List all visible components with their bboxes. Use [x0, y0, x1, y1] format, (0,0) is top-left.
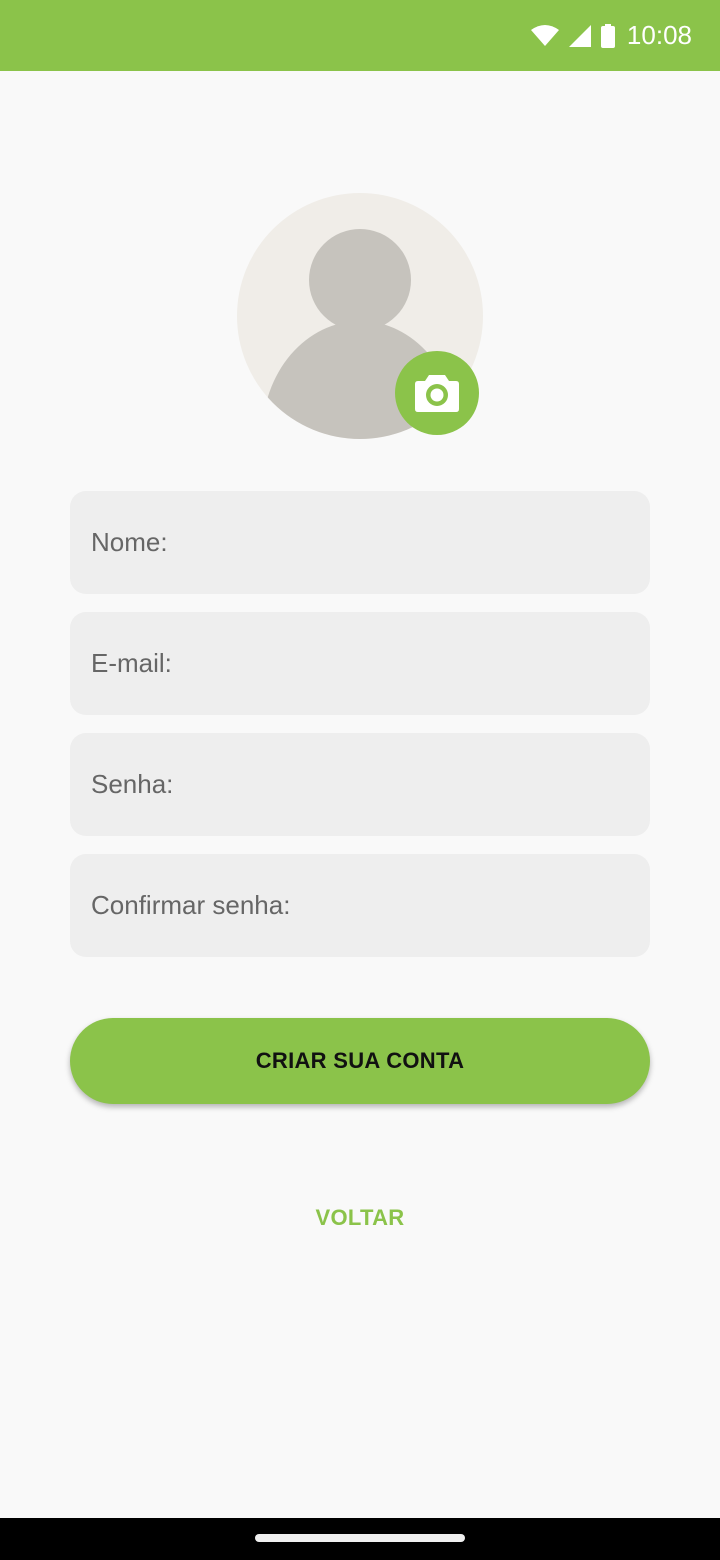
home-gesture-handle[interactable] — [255, 1534, 465, 1542]
confirm-password-field[interactable]: Confirmar senha: — [70, 854, 650, 957]
profile-photo[interactable] — [237, 193, 483, 439]
wifi-icon — [530, 24, 559, 47]
back-button[interactable]: VOLTAR — [0, 1198, 720, 1238]
battery-icon — [600, 23, 615, 48]
status-bar: 10:08 — [0, 0, 720, 71]
status-time: 10:08 — [626, 20, 692, 50]
status-icons: 10:08 — [530, 0, 692, 71]
signal-icon — [568, 24, 591, 47]
camera-icon — [415, 375, 459, 412]
system-navigation-bar — [0, 1518, 720, 1560]
confirm-password-field-label: Confirmar senha: — [91, 890, 291, 920]
email-field-label: E-mail: — [91, 648, 172, 678]
password-field[interactable]: Senha: — [70, 733, 650, 836]
password-field-label: Senha: — [91, 769, 174, 799]
change-photo-button[interactable] — [395, 351, 479, 435]
email-field[interactable]: E-mail: — [70, 612, 650, 715]
name-field-label: Nome: — [91, 527, 168, 557]
name-field[interactable]: Nome: — [70, 491, 650, 594]
create-account-button[interactable]: CRIAR SUA CONTA — [70, 1018, 650, 1104]
